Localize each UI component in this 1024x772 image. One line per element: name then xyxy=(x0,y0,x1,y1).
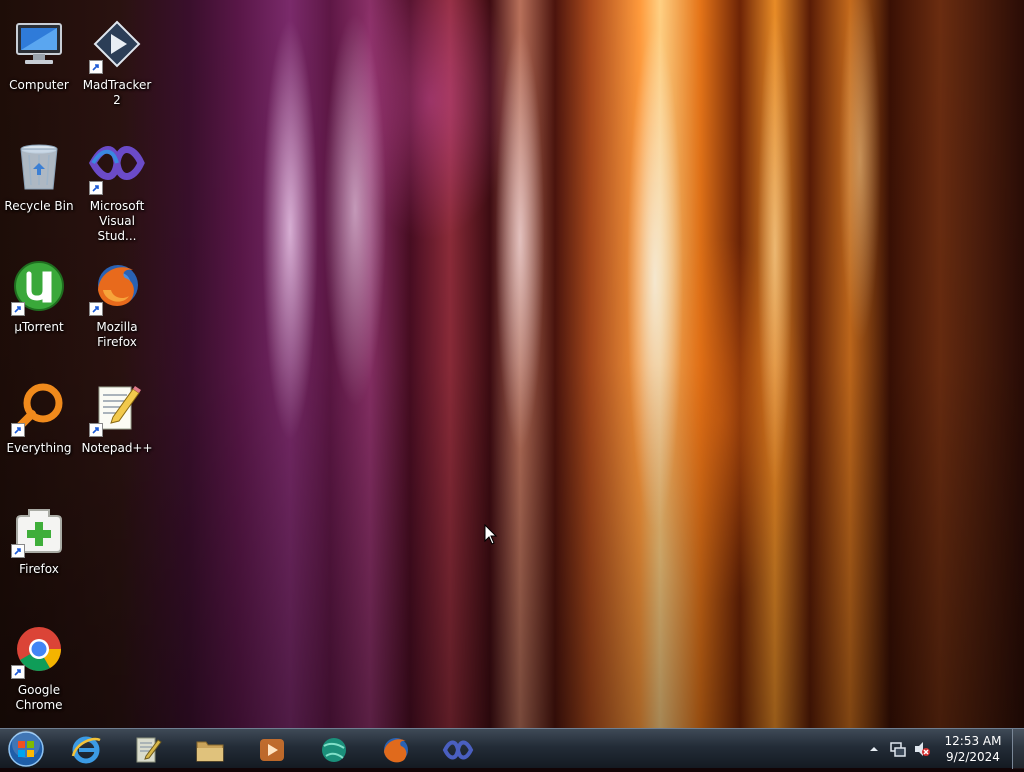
mouse-cursor-icon xyxy=(484,523,498,550)
shortcut-arrow-icon xyxy=(89,423,103,437)
desktop-icon-label: µTorrent xyxy=(14,320,64,334)
everything-search-icon xyxy=(11,381,67,437)
desktop-icon-visual-studio[interactable]: Microsoft Visual Stud... xyxy=(81,131,153,243)
madtracker-icon xyxy=(89,18,145,74)
utorrent-icon xyxy=(11,260,67,316)
network-tray-icon[interactable] xyxy=(889,740,907,762)
shortcut-arrow-icon xyxy=(89,302,103,316)
volume-tray-icon[interactable] xyxy=(913,740,931,762)
taskbar-network[interactable] xyxy=(306,731,360,767)
windows-logo-icon xyxy=(8,730,44,767)
network-globe-icon xyxy=(322,738,346,762)
recycle-bin-icon xyxy=(11,139,67,195)
desktop-icon-label: Mozilla Firefox xyxy=(96,320,138,349)
desktop-icon-label: Recycle Bin xyxy=(4,199,74,213)
taskbar-mozilla-firefox[interactable] xyxy=(368,731,422,767)
notepadpp-icon xyxy=(136,737,162,763)
desktop-icon-label: MadTracker 2 xyxy=(82,78,152,107)
notepadpp-icon xyxy=(89,381,145,437)
desktop-icon-label: Notepad++ xyxy=(81,441,153,455)
visual-studio-icon xyxy=(442,740,474,760)
desktop-icon-recycle-bin[interactable]: Recycle Bin xyxy=(3,131,75,243)
chrome-icon xyxy=(11,623,67,679)
start-button[interactable] xyxy=(6,730,46,768)
portable-app-icon xyxy=(11,502,67,558)
firefox-icon xyxy=(89,260,145,316)
taskbar-windows-media-player[interactable] xyxy=(244,731,298,767)
taskbar[interactable]: 12:53 AM 9/2/2024 xyxy=(0,728,1024,769)
volume-muted-icon xyxy=(915,742,930,756)
desktop-icon-label: Google Chrome xyxy=(15,683,63,712)
desktop[interactable]: Computer Recycle Bin µTorrent Everything… xyxy=(0,0,1024,728)
desktop-icon-notepadpp[interactable]: Notepad++ xyxy=(81,373,153,485)
taskbar-windows-explorer[interactable] xyxy=(182,731,236,767)
computer-icon xyxy=(11,18,67,74)
media-player-icon xyxy=(260,739,284,761)
shortcut-arrow-icon xyxy=(89,60,103,74)
internet-explorer-icon xyxy=(71,736,101,764)
network-icon xyxy=(890,742,906,757)
desktop-icon-computer[interactable]: Computer xyxy=(3,10,75,122)
show-hidden-icons-arrow-icon xyxy=(870,747,878,751)
shortcut-arrow-icon xyxy=(11,544,25,558)
desktop-icon-utorrent[interactable]: µTorrent xyxy=(3,252,75,364)
taskbar-visual-studio[interactable] xyxy=(430,731,484,767)
firefox-icon xyxy=(384,738,408,763)
taskbar-notepadpp[interactable] xyxy=(120,731,174,767)
desktop-icon-label: Microsoft Visual Stud... xyxy=(89,199,145,243)
desktop-icon-madtracker[interactable]: MadTracker 2 xyxy=(81,10,153,122)
clock-date: 9/2/2024 xyxy=(946,750,1000,764)
folder-icon xyxy=(196,741,224,762)
desktop-icon-google-chrome[interactable]: Google Chrome xyxy=(3,615,75,727)
desktop-icon-everything[interactable]: Everything xyxy=(3,373,75,485)
shortcut-arrow-icon xyxy=(11,302,25,316)
show-hidden-icons-button[interactable] xyxy=(868,740,880,762)
shortcut-arrow-icon xyxy=(11,423,25,437)
desktop-icon-label: Everything xyxy=(6,441,72,455)
desktop-icon-label: Firefox xyxy=(19,562,59,576)
clock-time: 12:53 AM xyxy=(944,734,1002,748)
shortcut-arrow-icon xyxy=(89,181,103,195)
desktop-icon-firefox-portable[interactable]: Firefox xyxy=(3,494,75,606)
desktop-icon-label: Computer xyxy=(9,78,69,92)
desktop-icon-mozilla-firefox[interactable]: Mozilla Firefox xyxy=(81,252,153,364)
taskbar-internet-explorer[interactable] xyxy=(58,731,112,767)
show-desktop-button[interactable] xyxy=(1012,729,1024,769)
visual-studio-icon xyxy=(88,139,145,195)
shortcut-arrow-icon xyxy=(11,665,25,679)
taskbar-clock[interactable]: 12:53 AM 9/2/2024 xyxy=(934,733,1012,765)
